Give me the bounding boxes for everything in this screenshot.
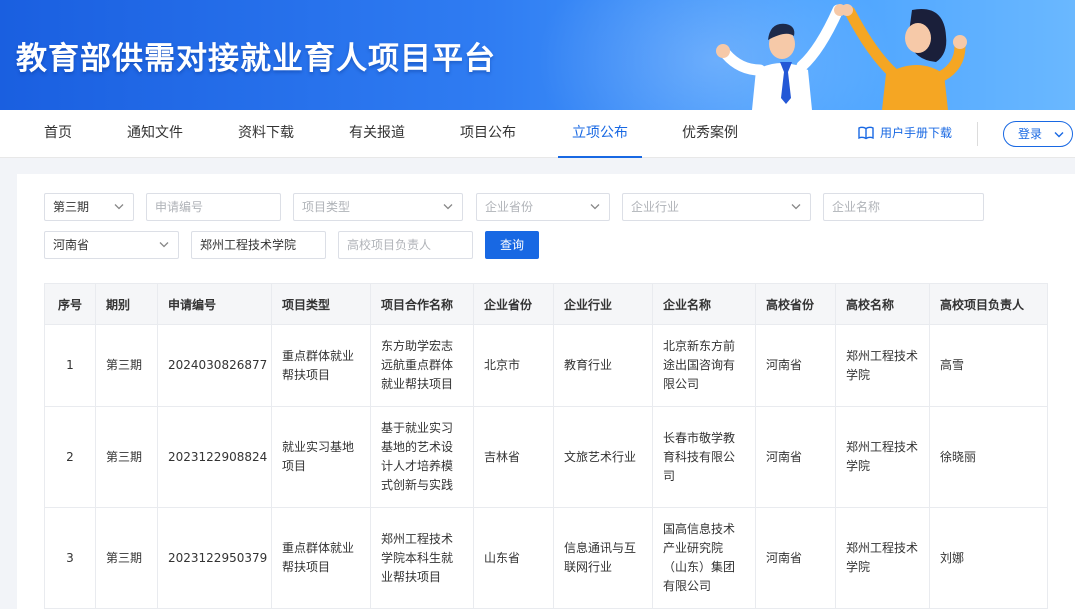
table-row: 2 第三期 2023122908824 就业实习基地项目 基于就业实习基地的艺术…: [44, 406, 1048, 508]
table-cell: 国高信息技术产业研究院（山东）集团有限公司: [652, 507, 756, 609]
chevron-down-icon: [443, 204, 453, 210]
chevron-down-icon: [791, 204, 801, 210]
period-select[interactable]: 第三期: [44, 193, 134, 221]
enterprise-industry-select[interactable]: 企业行业: [622, 193, 811, 221]
login-button[interactable]: 登录: [1003, 121, 1073, 147]
table-cell: 2: [44, 406, 96, 508]
user-manual-download-link[interactable]: 用户手册下载: [858, 110, 952, 158]
table-cell: 2024030826877: [157, 324, 272, 407]
chevron-down-icon: [590, 204, 600, 210]
table-cell: 3: [44, 507, 96, 609]
nav-item-downloads[interactable]: 资料下载: [238, 110, 294, 158]
table-cell: 郑州工程技术学院本科生就业帮扶项目: [370, 507, 474, 609]
table-cell: 1: [44, 324, 96, 407]
table-cell: 信息通讯与互联网行业: [553, 507, 653, 609]
table-cell: 第三期: [95, 406, 158, 508]
table-cell: 郑州工程技术学院: [835, 324, 930, 407]
table-cell: 重点群体就业帮扶项目: [271, 324, 371, 407]
table-cell: 基于就业实习基地的艺术设计人才培养模式创新与实践: [370, 406, 474, 508]
column-header: 高校项目负责人: [929, 283, 1048, 325]
chevron-down-icon: [114, 204, 124, 210]
table-cell: 教育行业: [553, 324, 653, 407]
table-cell: 重点群体就业帮扶项目: [271, 507, 371, 609]
high-five-illustration-icon: [716, 4, 967, 110]
main-nav: 首页 通知文件 资料下载 有关报道 项目公布 立项公布 优秀案例 用户手册下载 …: [0, 110, 1075, 158]
login-label: 登录: [1018, 127, 1043, 141]
table-cell: 就业实习基地项目: [271, 406, 371, 508]
apply-no-input[interactable]: 申请编号: [146, 193, 281, 221]
query-button[interactable]: 查询: [485, 231, 539, 259]
user-manual-label: 用户手册下载: [880, 126, 953, 140]
nav-item-reports[interactable]: 有关报道: [349, 110, 405, 158]
header-banner: 教育部供需对接就业育人项目平台: [0, 0, 1075, 110]
table-cell: 2023122908824: [157, 406, 272, 508]
chevron-down-icon: [1054, 132, 1064, 138]
table-cell: 高雪: [929, 324, 1048, 407]
table-cell: 北京新东方前途出国咨询有限公司: [652, 324, 756, 407]
table-cell: 刘娜: [929, 507, 1048, 609]
platform-title: 教育部供需对接就业育人项目平台: [16, 41, 496, 77]
column-header: 项目合作名称: [370, 283, 474, 325]
table-cell: 长春市敬学教育科技有限公司: [652, 406, 756, 508]
table-cell: 郑州工程技术学院: [835, 507, 930, 609]
table-cell: 山东省: [473, 507, 554, 609]
column-header: 序号: [44, 283, 96, 325]
column-header: 项目类型: [271, 283, 371, 325]
project-type-select[interactable]: 项目类型: [293, 193, 463, 221]
nav-item-notices[interactable]: 通知文件: [127, 110, 183, 158]
table-header-row: 序号 期别 申请编号 项目类型 项目合作名称 企业省份 企业行业 企业名称 高校…: [44, 283, 1048, 325]
table-cell: 河南省: [755, 507, 836, 609]
project-leader-input[interactable]: 高校项目负责人: [338, 231, 473, 259]
column-header: 企业行业: [553, 283, 653, 325]
enterprise-name-input[interactable]: 企业名称: [823, 193, 984, 221]
column-header: 高校名称: [835, 283, 930, 325]
table-cell: 河南省: [755, 324, 836, 407]
table-cell: 徐晓丽: [929, 406, 1048, 508]
column-header: 企业名称: [652, 283, 756, 325]
table-cell: 第三期: [95, 324, 158, 407]
chevron-down-icon: [159, 242, 169, 248]
column-header: 期别: [95, 283, 158, 325]
column-header: 高校省份: [755, 283, 836, 325]
nav-item-project-publish[interactable]: 项目公布: [460, 110, 516, 158]
project-table: 序号 期别 申请编号 项目类型 项目合作名称 企业省份 企业行业 企业名称 高校…: [44, 283, 1048, 609]
school-province-select[interactable]: 河南省: [44, 231, 179, 259]
table-cell: 第三期: [95, 507, 158, 609]
book-icon: [858, 126, 874, 139]
table-cell: 文旅艺术行业: [553, 406, 653, 508]
nav-item-excellent-cases[interactable]: 优秀案例: [682, 110, 738, 158]
nav-item-home[interactable]: 首页: [44, 110, 72, 158]
enterprise-province-select[interactable]: 企业省份: [476, 193, 610, 221]
column-header: 企业省份: [473, 283, 554, 325]
column-header: 申请编号: [157, 283, 272, 325]
table-cell: 2023122950379: [157, 507, 272, 609]
school-name-input[interactable]: 郑州工程技术学院: [191, 231, 326, 259]
table-cell: 郑州工程技术学院: [835, 406, 930, 508]
table-row: 3 第三期 2023122950379 重点群体就业帮扶项目 郑州工程技术学院本…: [44, 507, 1048, 609]
nav-item-approval-publish[interactable]: 立项公布: [558, 110, 642, 158]
table-cell: 北京市: [473, 324, 554, 407]
table-cell: 河南省: [755, 406, 836, 508]
table-row: 1 第三期 2024030826877 重点群体就业帮扶项目 东方助学宏志远航重…: [44, 324, 1048, 407]
table-cell: 东方助学宏志远航重点群体就业帮扶项目: [370, 324, 474, 407]
table-cell: 吉林省: [473, 406, 554, 508]
